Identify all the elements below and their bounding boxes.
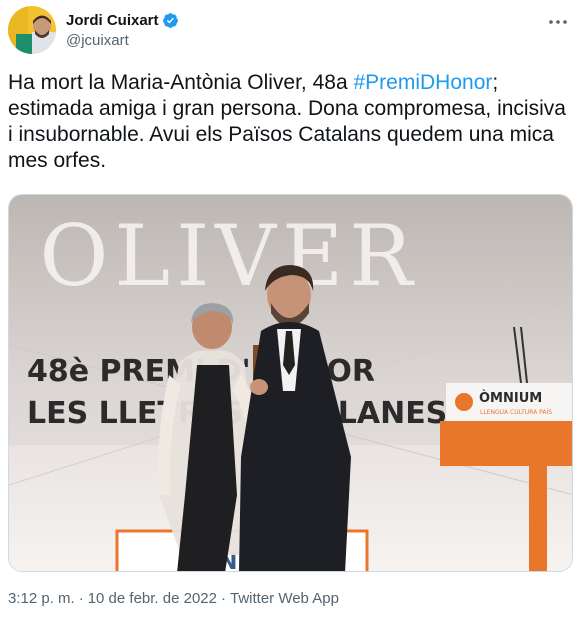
name-row: Jordi Cuixart (66, 12, 179, 29)
banner-word: OLIVER (39, 207, 418, 305)
tweet-meta: 3:12 p. m. · 10 de febr. de 2022 · Twitt… (8, 590, 339, 607)
tweet-time[interactable]: 3:12 p. m. (8, 590, 75, 607)
display-name[interactable]: Jordi Cuixart (66, 12, 159, 29)
user-handle[interactable]: @jcuixart (66, 32, 129, 49)
tweet-source[interactable]: Twitter Web App (230, 590, 339, 607)
podium-tagline: LLENGUA CULTURA PAÍS (480, 409, 552, 416)
avatar[interactable] (8, 6, 56, 54)
tweet-date[interactable]: 10 de febr. de 2022 (88, 590, 217, 607)
tweet: Jordi Cuixart @jcuixart Ha mort la Maria… (0, 0, 581, 620)
tweet-text: Ha mort la Maria-Antònia Oliver, 48a #Pr… (8, 70, 568, 174)
tweet-header: Jordi Cuixart @jcuixart (8, 6, 573, 54)
meta-separator: · (220, 590, 226, 607)
hashtag-link[interactable]: #PremiDHonor (353, 71, 492, 94)
podium-name: ÒMNIUM (479, 390, 542, 406)
more-horizontal-icon[interactable] (543, 10, 573, 34)
verified-badge-icon (162, 13, 178, 28)
tweet-photo[interactable]: OLIVER 48è PREMI D'HONOR LES LLETRES CAT… (8, 194, 573, 572)
meta-separator: · (78, 590, 84, 607)
tweet-text-part: Ha mort la Maria-Antònia Oliver, 48a (8, 71, 354, 94)
